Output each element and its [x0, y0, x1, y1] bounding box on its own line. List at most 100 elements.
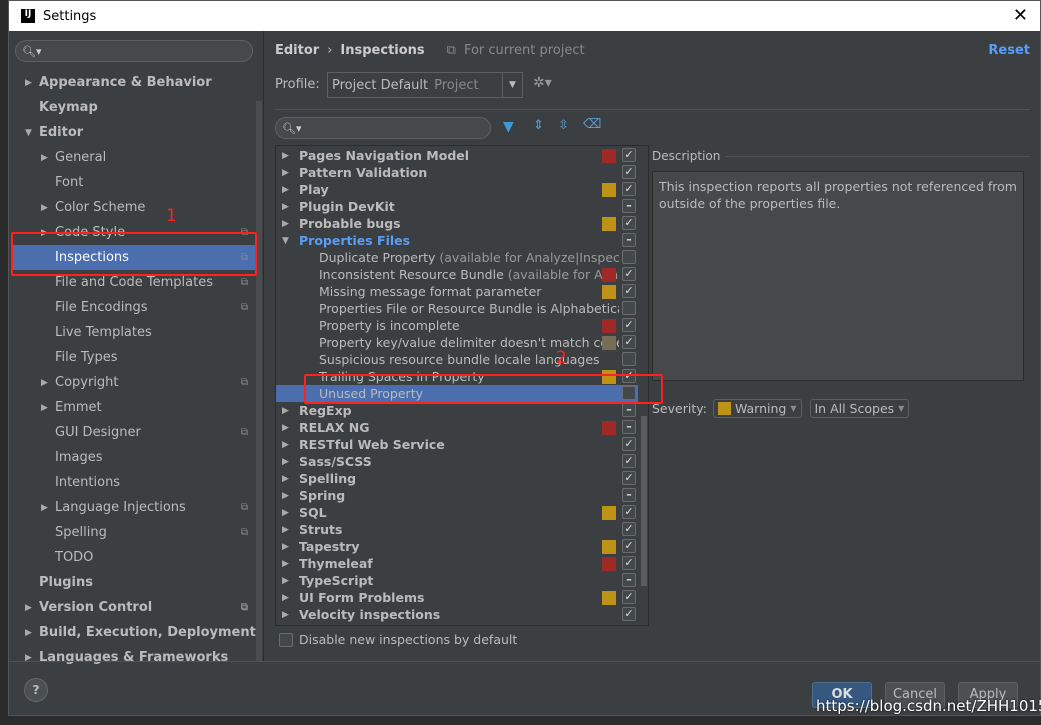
- expand-arrow-icon[interactable]: ▶: [282, 151, 299, 161]
- eraser-icon[interactable]: ⌫: [583, 117, 601, 132]
- inspection-group[interactable]: ▼ Properties Files –: [276, 232, 638, 249]
- enabled-checkbox[interactable]: ✓: [622, 522, 636, 536]
- sidebar-item[interactable]: Keymap: [11, 95, 256, 120]
- inspection-group[interactable]: ▶ Plugin DevKit –: [276, 198, 638, 215]
- sidebar-item[interactable]: Spelling ⧉: [11, 520, 256, 545]
- sidebar-item[interactable]: ▶ Build, Execution, Deployment: [11, 620, 256, 645]
- sidebar-item[interactable]: ▼ Editor: [11, 120, 256, 145]
- enabled-checkbox[interactable]: [622, 352, 636, 366]
- inspection-group[interactable]: ▶ RELAX NG –: [276, 419, 638, 436]
- sidebar-scrollbar[interactable]: [256, 101, 262, 661]
- enabled-checkbox[interactable]: ✓: [622, 148, 636, 162]
- expand-arrow-icon[interactable]: ▶: [282, 576, 299, 586]
- expand-arrow-icon[interactable]: ▶: [282, 423, 299, 433]
- enabled-checkbox[interactable]: [622, 301, 636, 315]
- sidebar-item[interactable]: Live Templates: [11, 320, 256, 345]
- inspection-group[interactable]: ▶ Tapestry ✓: [276, 538, 638, 555]
- expand-arrow-icon[interactable]: ▶: [282, 168, 299, 178]
- expand-arrow-icon[interactable]: ▶: [41, 503, 55, 513]
- expand-arrow-icon[interactable]: ▼: [282, 236, 299, 246]
- sidebar-item[interactable]: Images: [11, 445, 256, 470]
- scope-dropdown[interactable]: In All Scopes ▼: [809, 399, 910, 418]
- reset-link[interactable]: Reset: [988, 43, 1030, 58]
- sidebar-item[interactable]: File Encodings ⧉: [11, 295, 256, 320]
- inspection-group[interactable]: ▶ Struts ✓: [276, 521, 638, 538]
- enabled-checkbox[interactable]: ✓: [622, 165, 636, 179]
- inspection-group[interactable]: ▶ Probable bugs ✓: [276, 215, 638, 232]
- enabled-checkbox[interactable]: ✓: [622, 318, 636, 332]
- sidebar-item[interactable]: ▶ Emmet: [11, 395, 256, 420]
- expand-arrow-icon[interactable]: ▶: [282, 610, 299, 620]
- inspection-group[interactable]: ▶ Play ✓: [276, 181, 638, 198]
- enabled-checkbox[interactable]: ✓: [622, 539, 636, 553]
- inspection-group[interactable]: ▶ Spelling ✓: [276, 470, 638, 487]
- expand-arrow-icon[interactable]: ▶: [282, 508, 299, 518]
- expand-arrow-icon[interactable]: ▶: [282, 491, 299, 501]
- enabled-checkbox[interactable]: ✓: [622, 471, 636, 485]
- inspection-item[interactable]: Property is incomplete ✓: [276, 317, 638, 334]
- inspection-group[interactable]: ▶ UI Form Problems ✓: [276, 589, 638, 606]
- inspection-item[interactable]: Duplicate Property (available for Analyz…: [276, 249, 638, 266]
- inspection-group[interactable]: ▶ RegExp –: [276, 402, 638, 419]
- sidebar-item[interactable]: Font: [11, 170, 256, 195]
- inspection-item[interactable]: Properties File or Resource Bundle is Al…: [276, 300, 638, 317]
- expand-arrow-icon[interactable]: ▶: [41, 153, 55, 163]
- inspection-group[interactable]: ▶ Pages Navigation Model ✓: [276, 147, 638, 164]
- expand-arrow-icon[interactable]: ▶: [282, 542, 299, 552]
- settings-search-input[interactable]: 🔍︎▾: [15, 40, 253, 62]
- enabled-checkbox[interactable]: –: [622, 420, 636, 434]
- expand-arrow-icon[interactable]: ▶: [41, 403, 55, 413]
- sidebar-item[interactable]: ▶ Color Scheme: [11, 195, 256, 220]
- expand-arrow-icon[interactable]: ▶: [282, 457, 299, 467]
- breadcrumb-editor[interactable]: Editor: [275, 43, 319, 58]
- expand-arrow-icon[interactable]: ▶: [41, 203, 55, 213]
- expand-arrow-icon[interactable]: ▶: [25, 628, 39, 638]
- enabled-checkbox[interactable]: ✓: [622, 437, 636, 451]
- severity-dropdown[interactable]: Warning ▼: [712, 399, 802, 418]
- inspection-item[interactable]: Property key/value delimiter doesn't mat…: [276, 334, 638, 351]
- inspection-item[interactable]: Missing message format parameter ✓: [276, 283, 638, 300]
- sidebar-item[interactable]: Intentions: [11, 470, 256, 495]
- expand-arrow-icon[interactable]: ▶: [282, 185, 299, 195]
- sidebar-item[interactable]: ▶ Version Control ⧉: [11, 595, 256, 620]
- sidebar-item[interactable]: Plugins: [11, 570, 256, 595]
- sidebar-item[interactable]: TODO: [11, 545, 256, 570]
- checkbox-box[interactable]: [279, 632, 293, 647]
- inspection-group[interactable]: ▶ RESTful Web Service ✓: [276, 436, 638, 453]
- inspection-group[interactable]: ▶ Thymeleaf ✓: [276, 555, 638, 572]
- expand-arrow-icon[interactable]: ▶: [282, 559, 299, 569]
- expand-arrow-icon[interactable]: ▶: [282, 202, 299, 212]
- enabled-checkbox[interactable]: –: [622, 573, 636, 587]
- enabled-checkbox[interactable]: –: [622, 199, 636, 213]
- sidebar-item[interactable]: GUI Designer ⧉: [11, 420, 256, 445]
- enabled-checkbox[interactable]: ✓: [622, 216, 636, 230]
- enabled-checkbox[interactable]: ✓: [622, 335, 636, 349]
- inspection-group[interactable]: ▶ TypeScript –: [276, 572, 638, 589]
- enabled-checkbox[interactable]: [622, 250, 636, 264]
- filter-icon[interactable]: ▼: [503, 119, 514, 135]
- enabled-checkbox[interactable]: ✓: [622, 607, 636, 621]
- enabled-checkbox[interactable]: ✓: [622, 590, 636, 604]
- expand-arrow-icon[interactable]: ▶: [25, 78, 39, 88]
- inspection-item[interactable]: Inconsistent Resource Bundle (available …: [276, 266, 638, 283]
- expand-arrow-icon[interactable]: ▶: [282, 406, 299, 416]
- sidebar-item[interactable]: ▶ Appearance & Behavior: [11, 70, 256, 95]
- collapse-all-icon[interactable]: ⇳: [558, 118, 569, 133]
- inspection-group[interactable]: ▶ Pattern Validation ✓: [276, 164, 638, 181]
- expand-arrow-icon[interactable]: ▶: [282, 219, 299, 229]
- enabled-checkbox[interactable]: –: [622, 233, 636, 247]
- inspection-group[interactable]: ▶ Velocity inspections ✓: [276, 606, 638, 623]
- profile-dropdown[interactable]: Project Default Project ▼: [327, 72, 523, 98]
- enabled-checkbox[interactable]: –: [622, 403, 636, 417]
- expand-arrow-icon[interactable]: ▶: [41, 378, 55, 388]
- enabled-checkbox[interactable]: ✓: [622, 267, 636, 281]
- sidebar-item[interactable]: ▶ Copyright ⧉: [11, 370, 256, 395]
- expand-all-icon[interactable]: ⇕: [533, 118, 544, 133]
- expand-arrow-icon[interactable]: ▶: [282, 474, 299, 484]
- disable-new-inspections-checkbox[interactable]: Disable new inspections by default: [279, 632, 517, 647]
- inspection-item[interactable]: Suspicious resource bundle locale langua…: [276, 351, 638, 368]
- sidebar-item[interactable]: ▶ Language Injections ⧉: [11, 495, 256, 520]
- enabled-checkbox[interactable]: –: [622, 488, 636, 502]
- inspection-group[interactable]: ▶ SQL ✓: [276, 504, 638, 521]
- expand-arrow-icon[interactable]: ▼: [25, 128, 39, 138]
